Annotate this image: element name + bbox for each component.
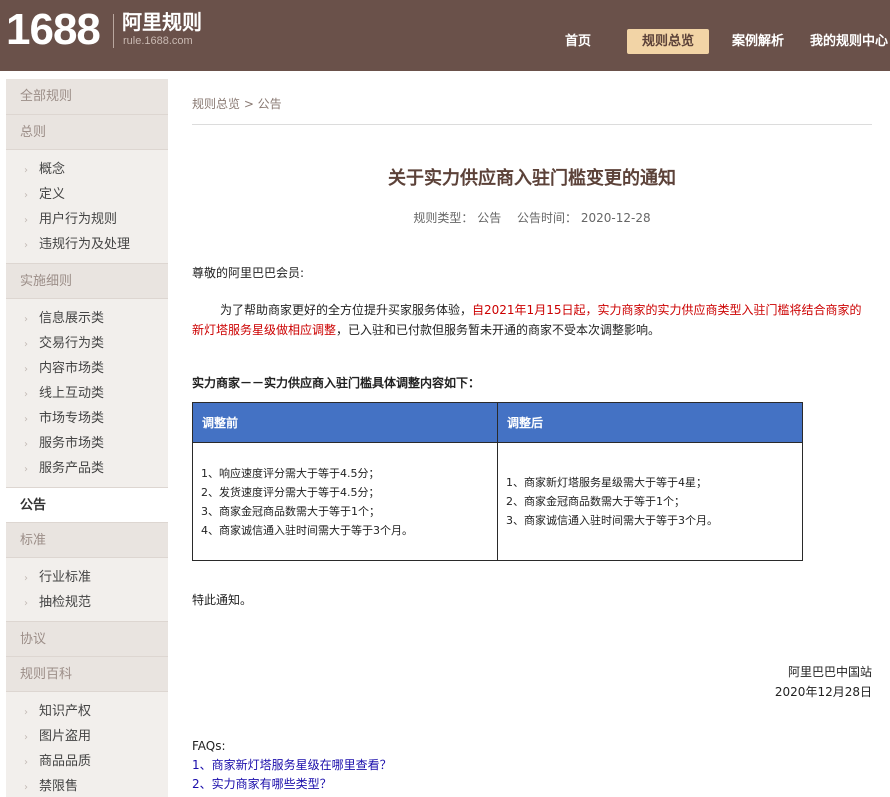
sidebar-item-service-market[interactable]: › 服务市场类 [6,431,168,456]
sidebar-group-standards[interactable]: 标准 [6,522,168,557]
nav-home[interactable]: 首页 [553,29,603,54]
sidebar-item-market-special[interactable]: › 市场专场类 [6,406,168,431]
chevron-right-icon: › [24,165,28,176]
logo-url: rule.1688.com [123,35,193,47]
greeting: 尊敬的阿里巴巴会员: [192,266,305,280]
chevron-right-icon: › [24,782,28,793]
sidebar-list-encyclopedia: › 知识产权 › 图片盗用 › 商品品质 › 禁限售 [6,691,168,797]
sidebar-group-all-rules[interactable]: 全部规则 [6,79,168,114]
sidebar-item-prohibited[interactable]: › 禁限售 [6,774,168,797]
table-header-before: 调整前 [192,402,498,443]
nav-my-rule-center[interactable]: 我的规则中心 [810,29,890,54]
after-item: 1、商家新灯塔服务星级需大于等于4星； [506,476,707,489]
section-heading: 实力商家－－实力供应商入驻门槛具体调整内容如下： [192,376,481,390]
adjustment-table: 调整前 调整后 1、响应速度评分需大于等于4.5分； 2、发货速度评分需大于等于… [192,402,803,561]
sidebar-list-general: › 概念 › 定义 › 用户行为规则 › 违规行为及处理 [6,149,168,263]
sidebar-group-announcement[interactable]: 公告 [6,487,168,522]
sidebar-group-agreement[interactable]: 协议 [6,621,168,656]
sidebar-group-encyclopedia[interactable]: 规则百科 [6,656,168,691]
chevron-right-icon: › [24,732,28,743]
closing-text: 特此通知。 [192,593,253,607]
faq-link[interactable]: 1、商家新灯塔服务星级在哪里查看？ [192,756,392,773]
sidebar-item-info-display[interactable]: › 信息展示类 [6,306,168,331]
sidebar: 全部规则 总则 › 概念 › 定义 › 用户行为规则 › 违规行为及处理 实施细则 › 信… [6,79,168,797]
sidebar-item-content-market[interactable]: › 内容市场类 [6,356,168,381]
table-cell-after: 1、商家新灯塔服务星级需大于等于4星； 2、商家金冠商品数需大于等于1个； 3、… [497,442,803,561]
nav-rules-overview[interactable]: 规则总览 [627,29,709,54]
sidebar-item-service-product[interactable]: › 服务产品类 [6,456,168,481]
sidebar-item-concept[interactable]: › 概念 [6,157,168,182]
chevron-right-icon: › [24,240,28,251]
table-header-after: 调整后 [497,402,803,443]
chevron-right-icon: › [24,598,28,609]
chevron-right-icon: › [24,439,28,450]
chevron-right-icon: › [24,314,28,325]
chevron-right-icon: › [24,339,28,350]
chevron-right-icon: › [24,757,28,768]
rule-type: 规则类型： 公告 [413,211,502,225]
intro-text-2: ，已入驻和已付款但服务暂未开通的商家不受本次调整影响。 [336,323,661,337]
before-item: 2、发货速度评分需大于等于4.5分； [201,485,380,499]
logo-1688[interactable]: 1688 [6,6,101,54]
sidebar-item-image-theft[interactable]: › 图片盗用 [6,724,168,749]
before-item: 3、商家金冠商品数需大于等于1个； [201,504,380,518]
chevron-right-icon: › [24,707,28,718]
chevron-right-icon: › [24,414,28,425]
chevron-right-icon: › [24,464,28,475]
chevron-right-icon: › [24,389,28,400]
after-item: 3、商家诚信通入驻时间需大于等于3个月。 [506,514,718,527]
sidebar-item-online-interaction[interactable]: › 线上互动类 [6,381,168,406]
sidebar-item-violations[interactable]: › 违规行为及处理 [6,232,168,257]
table-cell-before: 1、响应速度评分需大于等于4.5分； 2、发货速度评分需大于等于4.5分； 3、… [192,442,498,561]
sidebar-group-general[interactable]: 总则 [6,114,168,149]
sidebar-list-implementation: › 信息展示类 › 交易行为类 › 内容市场类 › 线上互动类 › 市场专场类 › 服务市场… [6,298,168,487]
sidebar-item-user-behavior[interactable]: › 用户行为规则 [6,207,168,232]
intro-text-1: 为了帮助商家更好的全方位提升买家服务体验， [220,303,473,317]
logo-title[interactable]: 阿里规则 [122,9,202,35]
chevron-right-icon: › [24,215,28,226]
sidebar-item-ip[interactable]: › 知识产权 [6,699,168,724]
faq-label: FAQs: [192,739,226,753]
notice-time: 公告时间： 2020-12-28 [517,211,651,225]
logo-divider [113,14,114,48]
sidebar-item-industry-standard[interactable]: › 行业标准 [6,565,168,590]
before-item: 4、商家诚信通入驻时间需大于等于3个月。 [201,523,413,537]
signature-date: 2020年12月28日 [774,685,872,699]
faq-link[interactable]: 2、实力商家有哪些类型？ [192,775,332,792]
intro-paragraph: 为了帮助商家更好的全方位提升买家服务体验，自2021年1月15日起，实力商家的实… [192,300,872,340]
top-header: 1688 阿里规则 rule.1688.com 首页 规则总览 案例解析 我的规… [0,0,890,71]
after-item: 2、商家金冠商品数需大于等于1个； [506,495,685,508]
chevron-right-icon: › [24,573,28,584]
chevron-right-icon: › [24,190,28,201]
page-title: 关于实力供应商入驻门槛变更的通知 [388,168,676,189]
notice-meta: 规则类型： 公告 公告时间： 2020-12-28 [192,209,872,226]
chevron-right-icon: › [24,364,28,375]
before-item: 1、响应速度评分需大于等于4.5分； [201,466,380,480]
sidebar-item-definition[interactable]: › 定义 [6,182,168,207]
sidebar-group-implementation[interactable]: 实施细则 [6,263,168,298]
divider [192,124,872,125]
nav-case-analysis[interactable]: 案例解析 [725,29,791,54]
sidebar-list-standards: › 行业标准 › 抽检规范 [6,557,168,621]
breadcrumb[interactable]: 规则总览 > 公告 [192,95,282,112]
sidebar-item-inspection[interactable]: › 抽检规范 [6,590,168,615]
sidebar-item-product-quality[interactable]: › 商品品质 [6,749,168,774]
signature: 阿里巴巴中国站 [787,665,872,679]
sidebar-item-transaction[interactable]: › 交易行为类 [6,331,168,356]
